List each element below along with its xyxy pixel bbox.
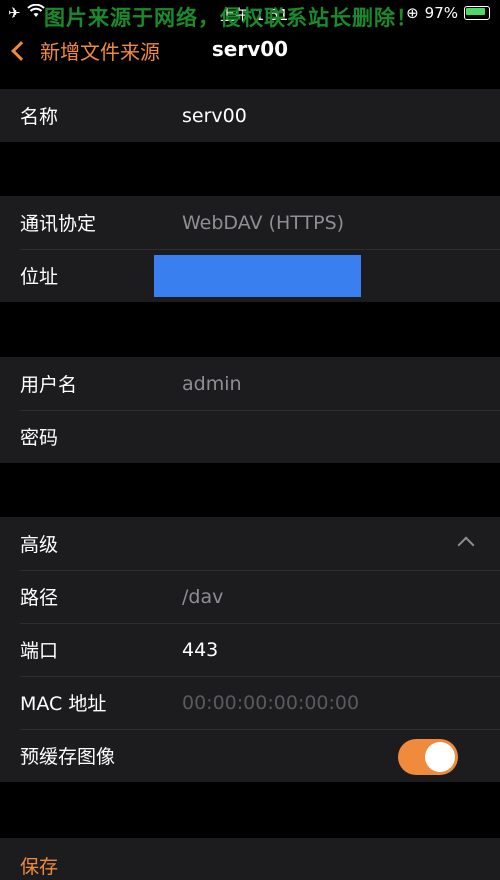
username-label: 用户名 [20,374,78,396]
address-field-redacted[interactable] [154,255,361,297]
advanced-group: 高级 路径 /dav 端口 443 MAC 地址 00:00:00:00:00:… [0,517,500,782]
name-field[interactable]: serv00 [182,105,247,127]
path-row[interactable]: 路径 /dav [0,570,500,623]
mac-field[interactable]: 00:00:00:00:00:00 [182,692,359,714]
username-field[interactable]: admin [182,373,242,395]
battery-percent: 97% [424,4,458,22]
mac-label: MAC 地址 [20,693,107,715]
save-group: 保存 [0,838,500,880]
port-row[interactable]: 端口 443 [0,623,500,676]
address-row[interactable]: 位址 [0,249,500,302]
password-label: 密码 [20,427,59,449]
cache-row: 预缓存图像 [0,729,500,782]
battery-icon [464,6,490,20]
toggle-knob [425,742,455,772]
chevron-up-icon[interactable] [457,536,475,554]
cache-label: 预缓存图像 [20,746,116,768]
username-row[interactable]: 用户名 admin [0,357,500,410]
wifi-icon [26,3,45,22]
advanced-label: 高级 [20,534,59,556]
password-row[interactable]: 密码 [0,410,500,463]
port-label: 端口 [20,640,59,662]
credentials-group: 用户名 admin 密码 [0,357,500,463]
name-group: 名称 serv00 [0,89,500,142]
connection-group: 通讯协定 WebDAV (HTTPS) 位址 [0,196,500,302]
cache-toggle[interactable] [398,739,458,775]
page-title: serv00 [211,37,289,61]
status-right: ⊕ 97% [406,4,490,22]
address-label: 位址 [20,266,59,288]
name-row[interactable]: 名称 serv00 [0,89,500,142]
advanced-header-row[interactable]: 高级 [0,517,500,570]
protocol-row[interactable]: 通讯协定 WebDAV (HTTPS) [0,196,500,249]
airplane-icon: ✈ [8,4,21,22]
port-field[interactable]: 443 [182,639,218,661]
mac-row[interactable]: MAC 地址 00:00:00:00:00:00 [0,676,500,729]
protocol-value[interactable]: WebDAV (HTTPS) [182,212,344,234]
save-button[interactable]: 保存 [20,852,58,879]
navigation-bar: 新增文件来源 serv00 [0,28,500,76]
path-field[interactable]: /dav [182,586,223,608]
protocol-label: 通讯协定 [20,213,97,235]
name-label: 名称 [20,106,59,128]
path-label: 路径 [20,587,59,609]
status-left: ✈ [8,3,45,22]
